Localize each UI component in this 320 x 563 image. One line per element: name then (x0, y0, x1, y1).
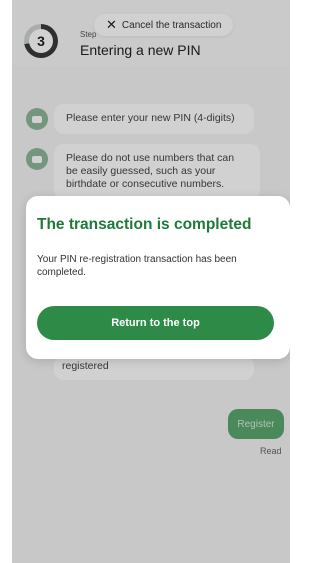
dialog-title: The transaction is completed (37, 216, 252, 233)
completion-dialog: The transaction is completed Your PIN re… (26, 196, 290, 359)
return-to-top-button[interactable]: Return to the top (37, 306, 274, 340)
app-screen: ✕ Cancel the transaction 3 Step Entering… (12, 0, 290, 563)
dialog-message: Your PIN re-registration transaction has… (37, 254, 237, 278)
